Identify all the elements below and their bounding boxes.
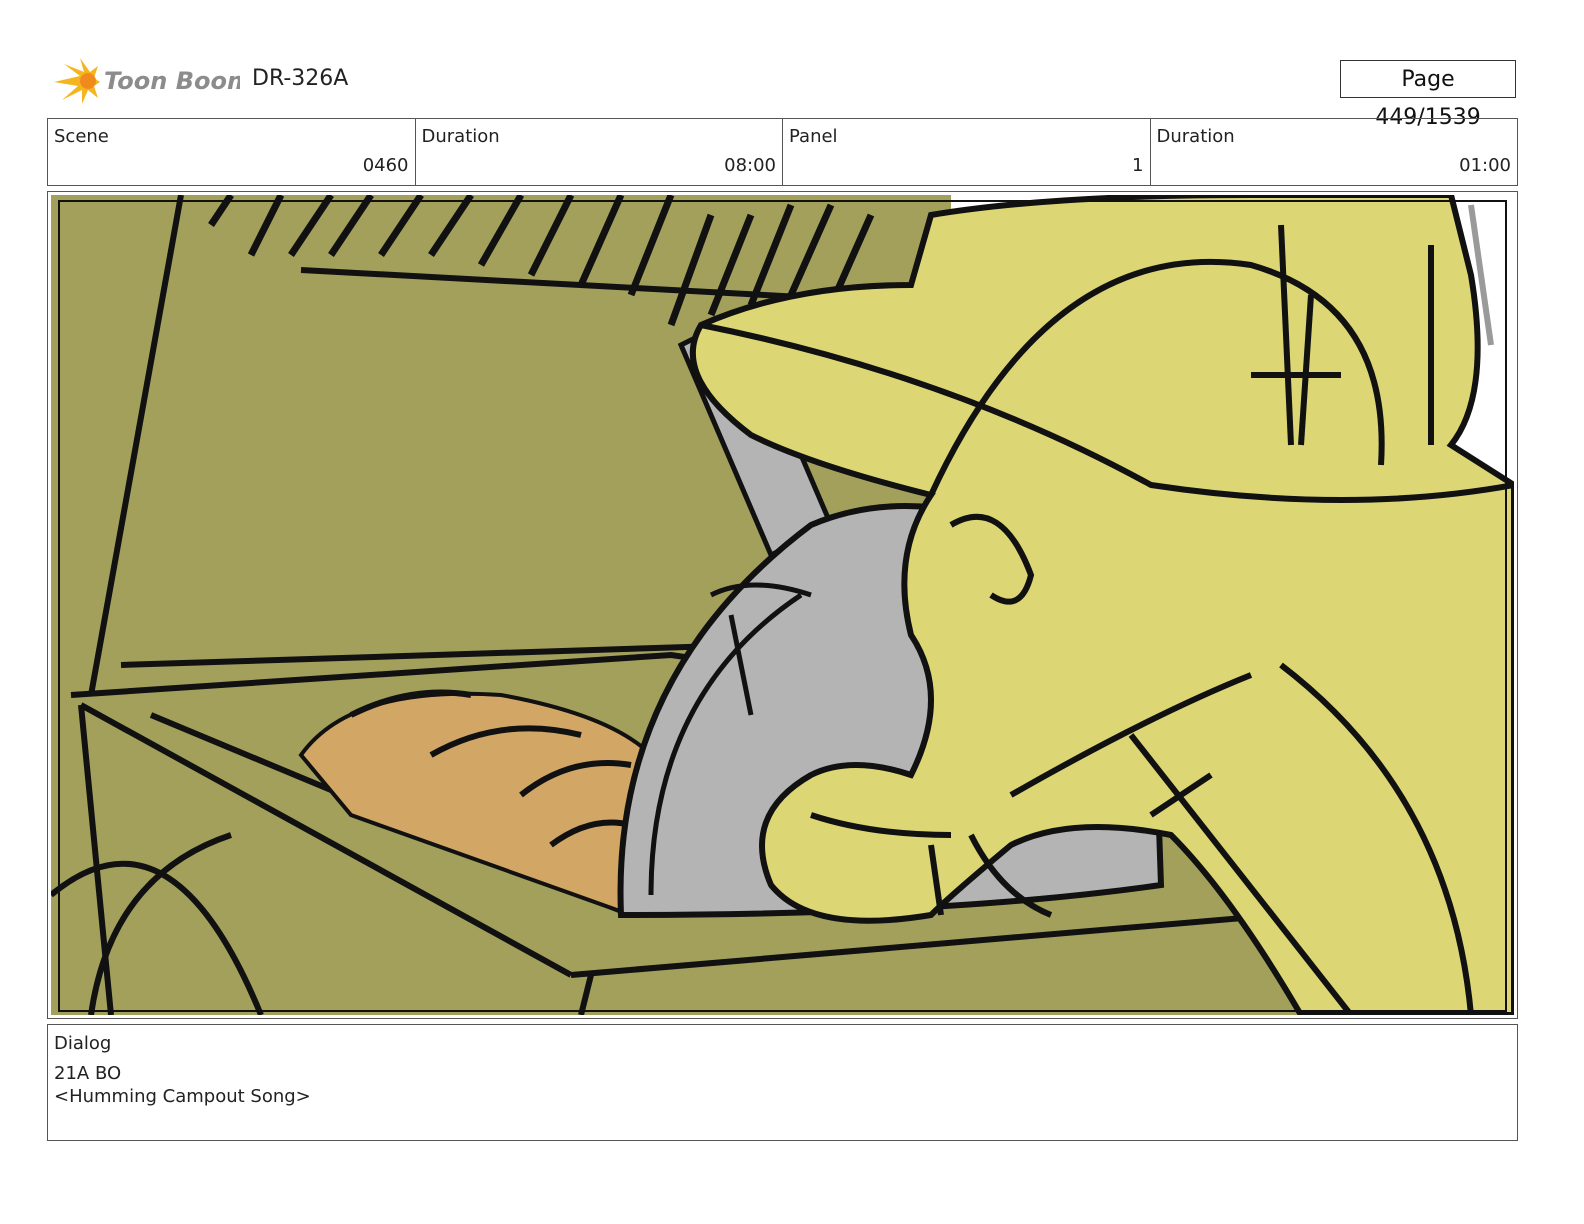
project-code: DR-326A — [252, 66, 349, 91]
panel-cell: Panel 1 — [783, 119, 1151, 185]
svg-text:Toon Boom: Toon Boom — [104, 67, 240, 95]
dialog-line-2: <Humming Campout Song> — [54, 1086, 311, 1107]
panel-duration-value: 01:00 — [1459, 155, 1511, 176]
panel-label: Panel — [789, 126, 838, 147]
panel-value: 1 — [1132, 155, 1144, 176]
scene-info-bar: Scene 0460 Duration 08:00 Panel 1 Durati… — [47, 118, 1518, 186]
scene-duration-cell: Duration 08:00 — [416, 119, 783, 185]
scene-label: Scene — [54, 126, 109, 147]
page-indicator: Page 449/1539 — [1340, 60, 1516, 130]
scene-duration-label: Duration — [421, 126, 500, 147]
scene-value: 0460 — [362, 155, 409, 176]
dialog-label: Dialog — [54, 1033, 112, 1054]
toon-boom-logo: Toon Boom — [54, 58, 240, 104]
scene-duration-value: 08:00 — [724, 155, 776, 176]
panel-duration-cell: Duration 01:00 — [1151, 119, 1518, 185]
starburst-icon — [54, 58, 100, 104]
dialog-line-1: 21A BO — [54, 1063, 122, 1084]
dialog-box: Dialog 21A BO <Humming Campout Song> — [47, 1024, 1518, 1141]
storyboard-drawing — [51, 195, 1514, 1015]
scene-cell: Scene 0460 — [48, 119, 416, 185]
page-label: Page — [1401, 67, 1455, 92]
storyboard-panel — [47, 191, 1518, 1019]
panel-duration-label: Duration — [1156, 126, 1235, 147]
